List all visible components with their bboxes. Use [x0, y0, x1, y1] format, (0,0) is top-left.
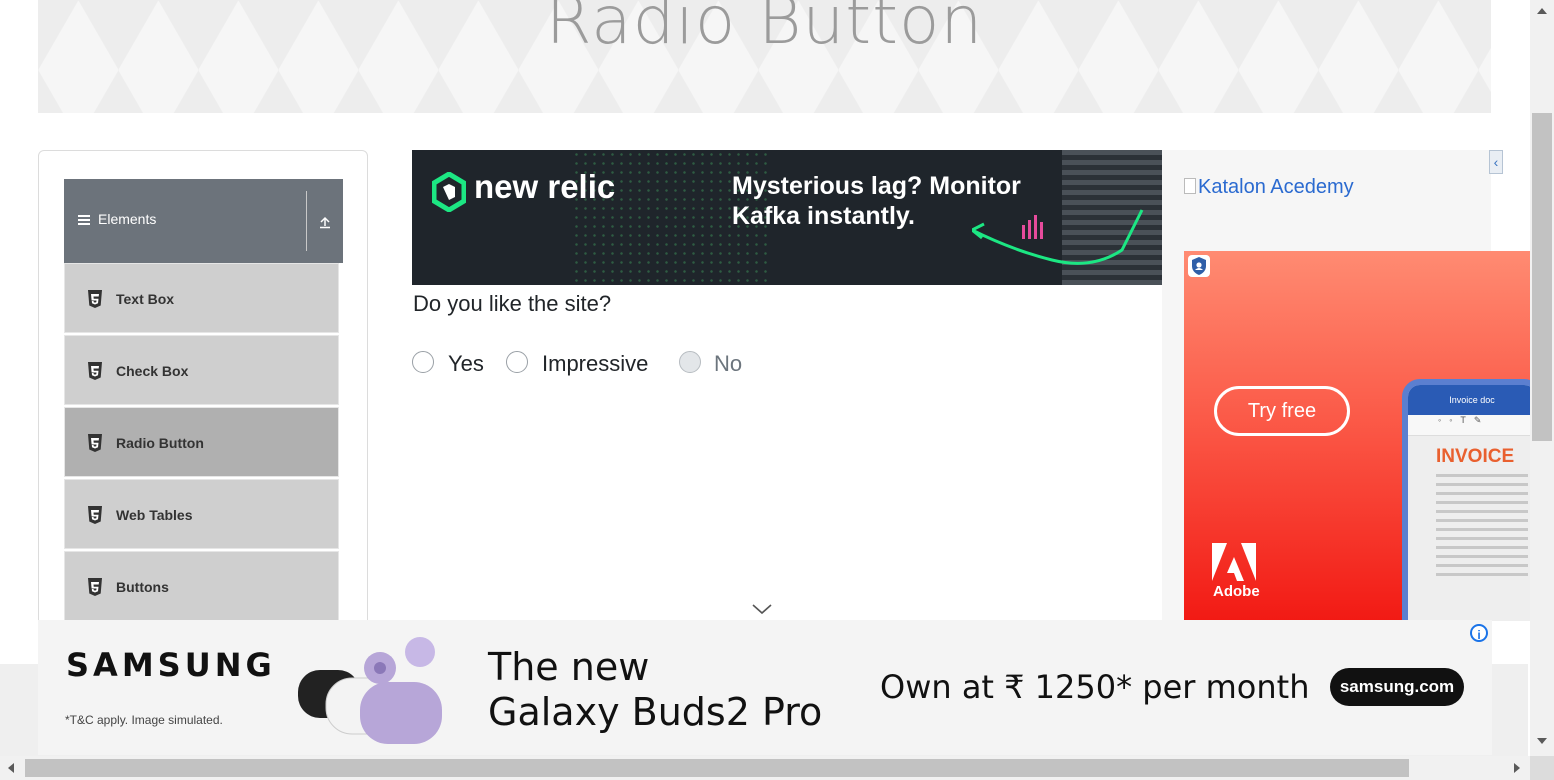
collapse-up-icon [320, 216, 330, 229]
earbuds-image [298, 637, 442, 744]
sidebar-item-label: Radio Button [116, 435, 204, 451]
sidebar-group-label: Elements [98, 211, 157, 227]
sidebar-item-label: Check Box [116, 363, 189, 379]
invoice-title: INVOICE [1436, 446, 1515, 467]
ad-headline-line2: Kafka instantly. [732, 202, 915, 230]
scroll-up-icon[interactable] [1537, 8, 1547, 14]
html5-icon [88, 506, 102, 524]
samsung-logo: SAMSUNG [66, 646, 276, 684]
ad-close-tab[interactable]: ‹ [1489, 150, 1503, 174]
sidebar-group-elements[interactable]: Elements [64, 179, 343, 263]
html5-icon [88, 362, 102, 380]
sidebar-item-buttons[interactable]: Buttons [64, 551, 339, 621]
sidebar-item-radio-button[interactable]: Radio Button [64, 407, 339, 477]
adobe-logo-icon [1212, 543, 1256, 581]
scroll-right-icon[interactable] [1514, 763, 1520, 773]
samsung-ad[interactable]: SAMSUNG *T&C apply. Image simulated. The… [38, 620, 1492, 755]
chevron-down-icon[interactable] [751, 602, 773, 616]
sidebar-item-text-box[interactable]: Text Box [64, 263, 339, 333]
page-title: Radio Button [545, 0, 984, 59]
adobe-brand: Adobe [1213, 583, 1260, 600]
sidebar-item-label: Web Tables [116, 507, 193, 523]
sidebar-item-label: Text Box [116, 291, 175, 307]
scroll-left-icon[interactable] [8, 763, 14, 773]
hamburger-icon [78, 215, 90, 225]
adobe-ad[interactable]: Try free Adobe Invoice doc ◦◦T✎ INVOICE [1184, 251, 1530, 621]
html5-icon [88, 290, 102, 308]
try-free-button[interactable]: Try free [1214, 386, 1350, 436]
samsung-note: *T&C apply. Image simulated. [65, 713, 223, 727]
sidebar-item-check-box[interactable]: Check Box [64, 335, 339, 405]
samsung-title-line1: The new [488, 645, 650, 689]
sidebar-item-web-tables[interactable]: Web Tables [64, 479, 339, 549]
html5-icon [88, 434, 102, 452]
sidebar: Elements Text Box Check Box Radio Button… [38, 150, 368, 672]
ad-brand: new relic [474, 168, 616, 205]
new-relic-ad[interactable]: new relic Mysterious lag? Monitor Kafka … [412, 150, 1162, 285]
html5-icon [88, 578, 102, 596]
ad-trend-graphic [972, 209, 1144, 265]
horizontal-scroll-thumb[interactable] [25, 759, 1409, 777]
new-relic-logo-icon [432, 172, 466, 212]
radio-yes[interactable] [412, 351, 434, 373]
ad-shield-icon [1188, 255, 1210, 277]
radio-no [679, 351, 701, 373]
horizontal-scrollbar[interactable] [0, 756, 1530, 780]
radio-label-yes[interactable]: Yes [448, 351, 484, 377]
scroll-down-icon[interactable] [1537, 738, 1547, 744]
scrollbar-corner [1530, 756, 1554, 780]
samsung-cta-button[interactable]: samsung.com [1330, 668, 1464, 706]
radio-label-impressive[interactable]: Impressive [542, 351, 648, 377]
vertical-scrollbar[interactable] [1530, 0, 1554, 756]
samsung-offer: Own at ₹ 1250* per month [880, 668, 1310, 706]
radio-label-no: No [714, 351, 743, 376]
ad-info-icon[interactable]: i [1470, 624, 1488, 642]
page-banner: Radio Button [38, 0, 1491, 113]
radio-impressive[interactable] [506, 351, 528, 373]
phone-toolbar: ◦◦T✎ [1408, 415, 1530, 436]
question-text: Do you like the site? [413, 291, 612, 316]
broken-image-icon [1184, 178, 1196, 194]
phone-mockup: Invoice doc ◦◦T✎ INVOICE [1402, 379, 1530, 621]
phone-doc-header: Invoice doc [1408, 385, 1530, 415]
katalon-ad-link[interactable]: Katalon Acedemy [1184, 176, 1354, 199]
samsung-title-line2: Galaxy Buds2 Pro [488, 690, 823, 734]
collapse-button[interactable] [306, 191, 343, 251]
katalon-ad-alt-text: Katalon Acedemy [1198, 176, 1354, 198]
vertical-scroll-thumb[interactable] [1532, 113, 1552, 441]
sidebar-item-label: Buttons [116, 579, 169, 595]
